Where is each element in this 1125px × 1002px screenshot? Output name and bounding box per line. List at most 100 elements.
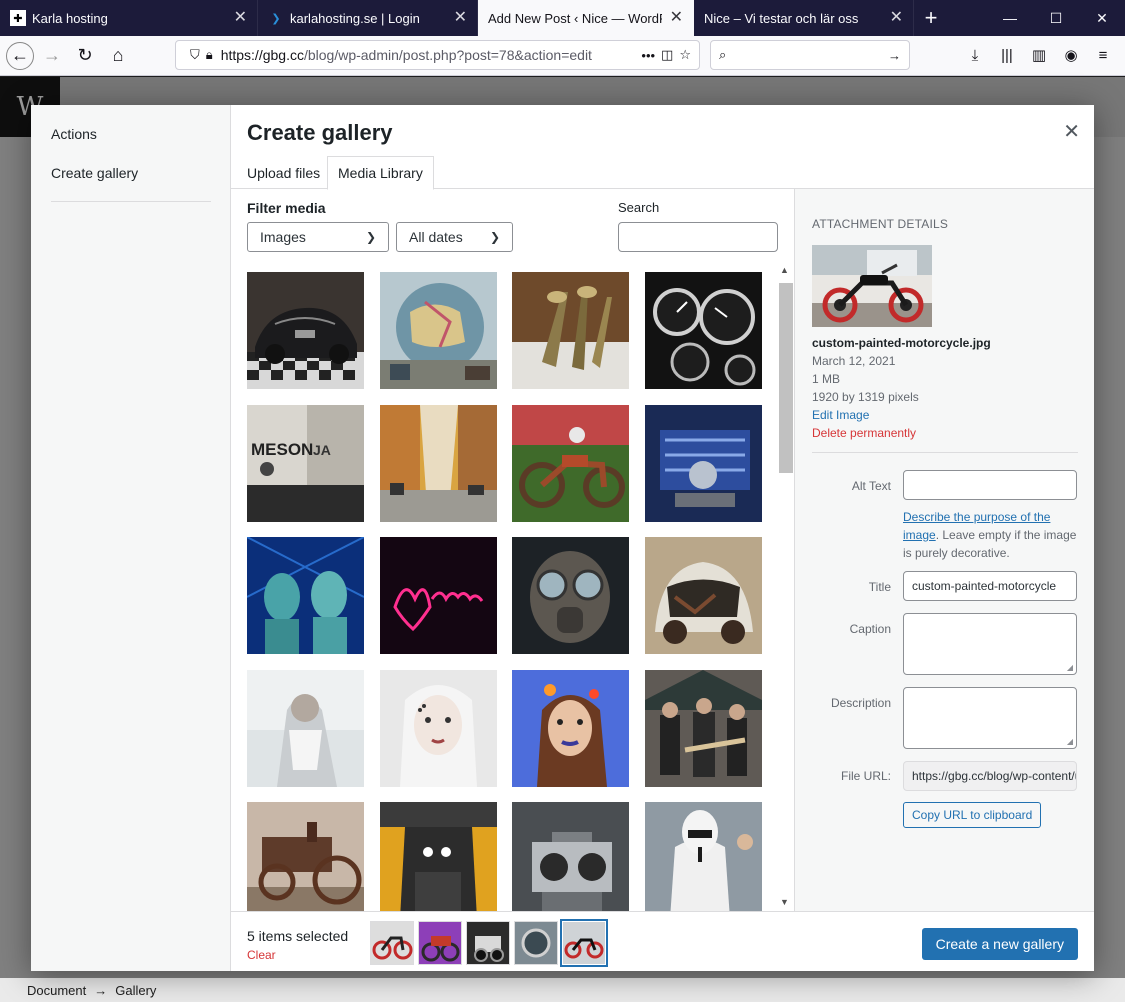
alt-text-label: Alt Text — [851, 479, 891, 493]
breadcrumb-arrow-icon: → — [94, 982, 108, 998]
tab-upload-files[interactable]: Upload files — [237, 156, 330, 190]
attachment-thumbnail[interactable] — [645, 537, 762, 654]
resize-grip-icon[interactable]: ◢ — [1067, 663, 1073, 672]
minimize-icon[interactable]: — — [987, 0, 1033, 36]
media-menu: Actions Create gallery — [31, 105, 231, 971]
attachment-thumbnail[interactable] — [380, 537, 497, 654]
description-textarea[interactable]: ◢ — [903, 687, 1077, 749]
attachment-thumbnail[interactable]: MESON JA — [247, 405, 364, 522]
attachments-scrollbar[interactable]: ▲ ▼ — [778, 265, 793, 911]
attachment-thumbnail[interactable] — [512, 537, 629, 654]
search-label: Search — [618, 200, 660, 215]
attachment-thumbnail[interactable] — [645, 405, 762, 522]
attachment-thumbnail[interactable] — [645, 272, 762, 389]
close-tab-icon[interactable]: ✕ — [454, 10, 467, 26]
download-icon[interactable]: ⤓ — [959, 41, 991, 69]
bookmark-star-icon[interactable]: ☆ — [679, 47, 691, 63]
close-tab-icon[interactable]: ✕ — [890, 10, 903, 26]
media-router-tabs: Upload files Media Library — [231, 153, 1094, 190]
selected-thumbnail[interactable] — [467, 922, 509, 964]
shield-icon[interactable]: ⛉ — [190, 47, 200, 63]
karla-favicon-icon: ✚ — [10, 10, 26, 26]
date-filter-select[interactable]: All dates ❯ — [396, 222, 513, 252]
maximize-icon[interactable]: ☐ — [1033, 0, 1079, 36]
attachment-thumbnail[interactable] — [512, 405, 629, 522]
scrollbar-thumb[interactable] — [779, 283, 793, 473]
attachment-file-size: 1 MB — [812, 372, 841, 386]
tab-title: karlahosting.se | Login — [290, 10, 420, 26]
attachment-thumbnail[interactable] — [512, 272, 629, 389]
caption-textarea[interactable]: ◢ — [903, 613, 1077, 675]
scroll-up-icon[interactable]: ▲ — [780, 265, 789, 275]
attachment-thumbnail[interactable] — [512, 670, 629, 787]
sidebar-icon[interactable]: ▥ — [1023, 41, 1055, 69]
search-go-icon[interactable]: → — [888, 48, 901, 63]
title-input[interactable]: custom-painted-motorcycle — [903, 571, 1077, 601]
attachment-thumbnail[interactable] — [247, 537, 364, 654]
attachment-thumbnail[interactable] — [645, 802, 762, 912]
attachment-thumbnail[interactable] — [380, 272, 497, 389]
edit-image-link[interactable]: Edit Image — [812, 408, 869, 422]
browser-tab-karla-hosting[interactable]: ✚ Karla hosting ✕ — [0, 0, 258, 36]
selected-thumbnail[interactable] — [419, 922, 461, 964]
media-type-select[interactable]: Images ❯ — [247, 222, 389, 252]
media-modal: Actions Create gallery Create gallery ✕ … — [31, 105, 1094, 971]
delete-permanently-link[interactable]: Delete permanently — [812, 426, 916, 440]
new-tab-icon[interactable]: + — [914, 0, 948, 36]
pocket-icon[interactable]: ◫ — [661, 47, 673, 63]
attachment-upload-date: March 12, 2021 — [812, 354, 896, 368]
chevron-down-icon: ❯ — [365, 230, 376, 244]
selected-thumbnail[interactable] — [371, 922, 413, 964]
close-icon[interactable]: ✕ — [1063, 119, 1080, 144]
attachment-thumbnail[interactable] — [380, 405, 497, 522]
browser-tab-login[interactable]: ❯ karlahosting.se | Login ✕ — [258, 0, 478, 36]
resize-grip-icon[interactable]: ◢ — [1067, 737, 1073, 746]
attachment-thumbnail[interactable] — [247, 272, 364, 389]
account-icon[interactable]: ◉ — [1055, 41, 1087, 69]
scroll-down-icon[interactable]: ▼ — [780, 897, 789, 907]
attachment-thumbnail[interactable] — [247, 670, 364, 787]
modal-title: Create gallery — [247, 120, 393, 145]
close-tab-icon[interactable]: ✕ — [234, 10, 247, 26]
attachment-filename: custom-painted-motorcycle.jpg — [812, 336, 991, 350]
title-label: Title — [868, 580, 891, 594]
close-tab-icon[interactable]: ✕ — [670, 10, 683, 26]
attachment-thumbnail[interactable] — [645, 670, 762, 787]
svg-text:JA: JA — [313, 442, 331, 458]
tab-media-library[interactable]: Media Library — [327, 156, 434, 190]
chevron-down-icon: ❯ — [489, 230, 500, 244]
browser-tab-nice[interactable]: Nice – Vi testar och lär oss ✕ — [694, 0, 914, 36]
library-icon[interactable]: ||| — [991, 41, 1023, 69]
selected-thumbnail-current[interactable] — [563, 922, 605, 964]
attachment-thumbnail[interactable] — [380, 670, 497, 787]
browser-search-bar[interactable]: ⌕ → — [710, 40, 910, 70]
alt-text-input[interactable] — [903, 470, 1077, 500]
breadcrumb-document[interactable]: Document — [27, 983, 86, 998]
close-window-icon[interactable]: ✕ — [1079, 0, 1125, 36]
attachment-thumbnail[interactable] — [512, 802, 629, 912]
breadcrumb-gallery[interactable]: Gallery — [115, 983, 156, 998]
attachment-thumbnail[interactable] — [380, 802, 497, 912]
clear-selection-link[interactable]: Clear — [247, 948, 276, 962]
url-text[interactable]: https://gbg.cc/blog/wp-admin/post.php?po… — [221, 47, 636, 63]
attachment-thumbnail[interactable] — [247, 802, 364, 912]
reload-icon[interactable]: ↻ — [70, 41, 100, 71]
forward-icon[interactable]: → — [37, 41, 67, 71]
lock-icon[interactable]: 🔒︎ — [206, 47, 213, 63]
attachments-grid: MESON JA — [247, 272, 771, 912]
copy-url-button[interactable]: Copy URL to clipboard — [903, 802, 1042, 828]
browser-tab-add-new-post[interactable]: Add New Post ‹ Nice — WordPress ✕ — [478, 0, 694, 36]
home-icon[interactable]: ⌂ — [103, 41, 133, 71]
file-url-label: File URL: — [840, 769, 891, 783]
media-search-input[interactable] — [618, 222, 778, 252]
url-bar[interactable]: ⛉ 🔒︎ https://gbg.cc/blog/wp-admin/post.p… — [175, 40, 700, 70]
menu-item-create-gallery[interactable]: Create gallery — [51, 165, 138, 181]
create-new-gallery-button[interactable]: Create a new gallery — [921, 928, 1078, 960]
svg-text:MESON: MESON — [251, 440, 313, 459]
page-actions-icon[interactable]: ••• — [641, 48, 655, 63]
menu-icon[interactable]: ≡ — [1087, 41, 1119, 69]
file-url-input[interactable]: https://gbg.cc/blog/wp-content/uploads/2… — [903, 761, 1077, 791]
back-icon[interactable]: ← — [6, 41, 34, 70]
selected-thumbnail[interactable] — [515, 922, 557, 964]
menu-separator — [51, 201, 211, 202]
